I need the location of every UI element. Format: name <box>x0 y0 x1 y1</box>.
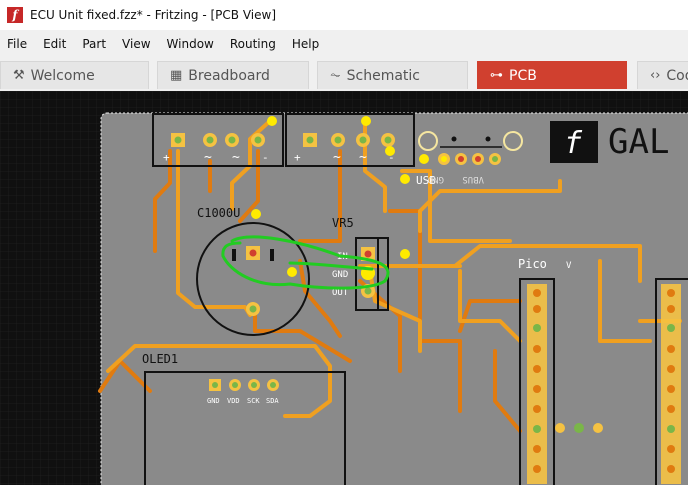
fritzing-f-icon: f <box>7 7 23 23</box>
bridge2-tilde1-label: ~ <box>333 150 341 165</box>
pico-label: Pico <box>518 257 547 271</box>
usb-gnd-label: GND <box>428 174 444 184</box>
regulator-pad-in-hole <box>364 250 372 258</box>
tab-breadboard[interactable]: ▦ Breadboard <box>157 61 309 89</box>
tab-pcb[interactable]: ⊶ PCB <box>477 61 627 89</box>
schematic-icon: ⏦ <box>330 68 341 83</box>
bridge2-tilde2-label: ~ <box>359 150 367 165</box>
pcb-canvas[interactable]: + ~ ~ - + ~ ~ - USB GND VBUS f GAL C1000… <box>0 91 688 485</box>
breadboard-icon: ▦ <box>170 68 183 83</box>
logo-f-icon: f <box>564 126 583 161</box>
view-tab-bar: ⚒ Welcome ▦ Breadboard ⏦ Schematic ⊶ PCB… <box>0 57 688 91</box>
regulator-label: VR5 <box>332 216 354 230</box>
capacitor-polarity-mark-2 <box>270 249 274 261</box>
menu-edit[interactable]: Edit <box>35 37 74 51</box>
bridge1-minus-label: - <box>262 151 269 164</box>
regulator-gnd-label: GND <box>332 270 348 280</box>
oled-gnd-label: GND <box>207 397 220 405</box>
code-icon: ‹› <box>650 68 661 83</box>
capacitor-pad-minus-hole <box>249 305 257 313</box>
window-title: ECU Unit fixed.fzz* - Fritzing - [PCB Vi… <box>30 8 277 22</box>
capacitor-polarity-mark <box>232 249 236 261</box>
title-bar: f ECU Unit fixed.fzz* - Fritzing - [PCB … <box>0 0 688 30</box>
menu-part[interactable]: Part <box>74 37 114 51</box>
menu-routing[interactable]: Routing <box>222 37 284 51</box>
tab-code-label: Code <box>666 67 688 84</box>
pcb-drawing: + ~ ~ - + ~ ~ - USB GND VBUS f GAL C1000… <box>0 91 688 485</box>
oled-vdd-label: VDD <box>227 397 240 405</box>
menu-help[interactable]: Help <box>284 37 327 51</box>
tab-schematic[interactable]: ⏦ Schematic <box>317 61 468 89</box>
regulator-pad-out-hole <box>364 287 372 295</box>
oled-sda-label: SDA <box>266 397 279 405</box>
oled-label: OLED1 <box>142 352 178 366</box>
tab-schematic-label: Schematic <box>346 67 420 84</box>
menu-view[interactable]: View <box>114 37 158 51</box>
menu-file[interactable]: File <box>0 37 35 51</box>
tab-code[interactable]: ‹› Code <box>637 61 688 89</box>
tab-welcome-label: Welcome <box>30 67 95 84</box>
logo-text: GAL <box>608 122 669 162</box>
tab-welcome[interactable]: ⚒ Welcome <box>0 61 149 89</box>
bridge2-plus-label: + <box>294 151 301 164</box>
bridge1-plus-label: + <box>163 151 170 164</box>
tab-breadboard-label: Breadboard <box>188 67 270 84</box>
pico-v-label: V <box>566 261 572 271</box>
menu-bar: File Edit Part View Window Routing Help <box>0 30 688 57</box>
tab-pcb-label: PCB <box>509 67 537 84</box>
usb-vbus-label: VBUS <box>462 174 484 184</box>
bridge1-tilde1-label: ~ <box>204 150 212 165</box>
capacitor-label: C1000U <box>197 206 240 220</box>
pcb-icon: ⊶ <box>490 68 503 83</box>
oled-sck-label: SCK <box>247 397 260 405</box>
bridge1-tilde2-label: ~ <box>232 150 240 165</box>
welcome-icon: ⚒ <box>13 68 25 83</box>
menu-window[interactable]: Window <box>159 37 222 51</box>
capacitor-pad-plus-hole <box>249 249 257 257</box>
